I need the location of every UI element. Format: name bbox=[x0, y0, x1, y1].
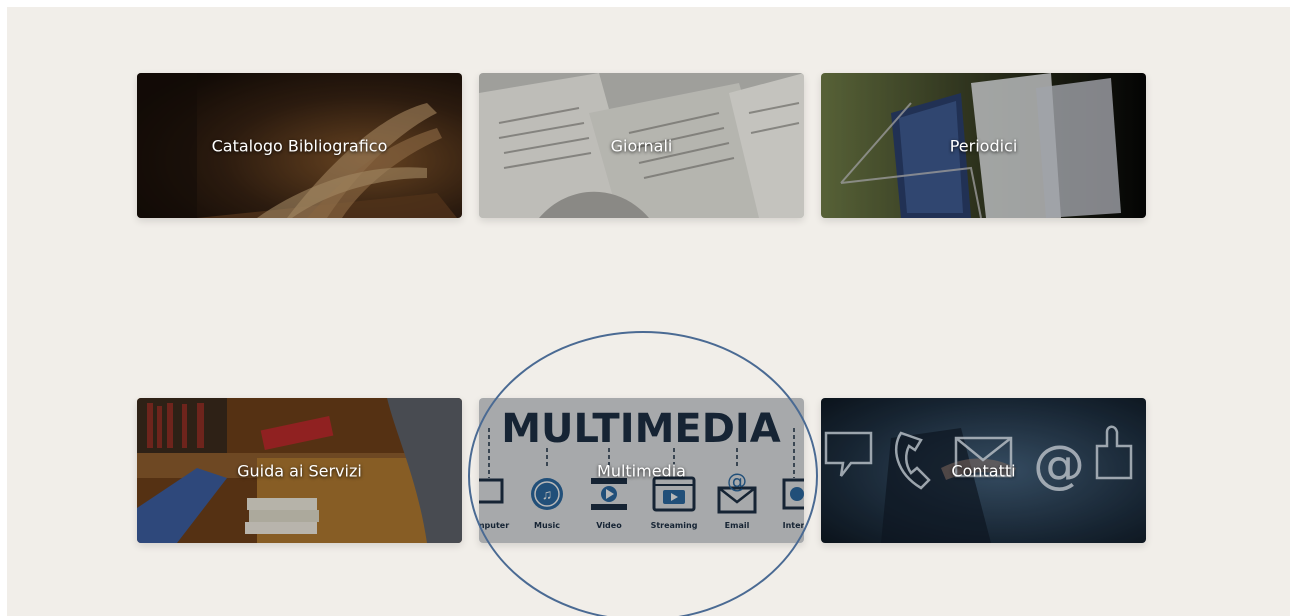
tile-contatti[interactable]: @ Contatti bbox=[821, 398, 1146, 543]
tile-label: Catalogo Bibliografico bbox=[211, 136, 388, 155]
tile-label: Multimedia bbox=[597, 461, 686, 480]
tile-label: Periodici bbox=[949, 136, 1018, 155]
tile-label: Guida ai Servizi bbox=[237, 461, 362, 480]
tile-guida-ai-servizi[interactable]: Guida ai Servizi bbox=[137, 398, 462, 543]
tile-multimedia[interactable]: MULTIMEDIA Computer ♫ Music Video bbox=[479, 398, 804, 543]
tile-catalogo-bibliografico[interactable]: Catalogo Bibliografico bbox=[137, 73, 462, 218]
tile-label: Giornali bbox=[610, 136, 673, 155]
tile-giornali[interactable]: Giornali bbox=[479, 73, 804, 218]
tile-label: Contatti bbox=[951, 461, 1016, 480]
tile-periodici[interactable]: Periodici bbox=[821, 73, 1146, 218]
